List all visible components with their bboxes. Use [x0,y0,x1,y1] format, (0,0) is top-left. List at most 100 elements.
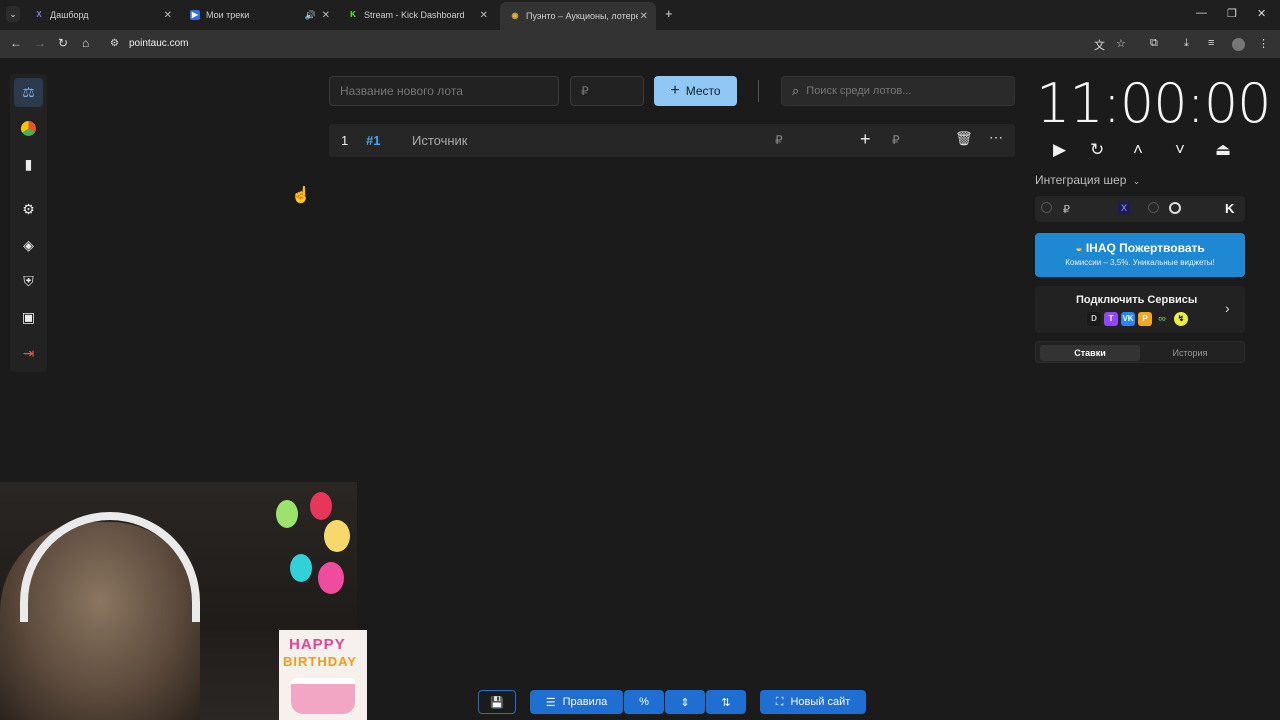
play-logo-icon: ▶ [190,10,200,20]
toggle-radio-icon[interactable] [1148,202,1159,213]
add-lot-button[interactable]: + Место [654,76,737,106]
chevron-up-icon[interactable]: ˄ [1133,140,1143,160]
delete-trash-icon[interactable]: 🗑 [955,130,973,147]
auction-timer: 11:00:00 [1036,72,1272,135]
tab-bids[interactable]: Ставки [1040,345,1140,361]
balloons-image [258,482,357,622]
chevron-double-up-icon[interactable]: ⏏ [1215,140,1231,160]
logout-icon[interactable]: ⇥ [14,339,43,368]
lot-search-input[interactable]: ⌕ Поиск среди лотов... [781,76,1015,106]
kick-logo-icon: K [350,10,356,19]
tab-label: Пуэнто – Аукционы, лотереи [526,11,638,21]
browser-tab-pointauc[interactable]: ◉ Пуэнто – Аукционы, лотереи ✕ [500,2,656,30]
boosty-icon: ↯ [1174,312,1188,326]
close-icon[interactable]: ✕ [322,10,330,21]
circle-service-icon[interactable] [1169,202,1181,214]
restore-icon[interactable]: ❐ [1227,7,1237,20]
percent-button[interactable]: % [624,690,664,714]
minimize-icon[interactable]: — [1196,7,1207,19]
birthday-cake-image: HAPPY BIRTHDAY [279,630,367,720]
shield-check-icon[interactable]: ⛨ [14,267,43,296]
close-window-icon[interactable]: ✕ [1257,7,1266,20]
rules-button[interactable]: ☰ Правила [530,690,623,714]
plus-icon: + [670,82,680,99]
cake-text-1: HAPPY [289,636,346,653]
chevron-down-icon: ⌄ [1132,176,1141,186]
tab-label: Мои треки [206,10,250,20]
lot-name[interactable]: Источник [412,133,468,148]
search-icon: ⌕ [792,83,800,98]
reload-icon[interactable]: ↻ [58,36,68,50]
media-icon[interactable]: ≡ [1208,37,1214,49]
auction-gavel-icon[interactable]: ⚖ [14,78,43,107]
patreon-icon: P [1138,312,1152,326]
download-icon[interactable]: ⤓ [1184,37,1189,50]
close-icon[interactable]: ✕ [480,10,488,21]
donate-logo-icon: ◒ [1075,241,1083,255]
lot-amount[interactable]: ₽ [775,133,783,147]
cake-text-2: BIRTHDAY [283,654,357,669]
close-icon[interactable]: ✕ [640,11,648,22]
speaker-icon[interactable]: 🔊 [305,10,316,21]
compress-button[interactable]: ⇕ [665,690,705,714]
more-options-icon[interactable]: ⋯ [989,129,1003,146]
chevron-down-icon[interactable]: ˅ [1175,140,1185,160]
url-field[interactable]: pointauc.com [129,38,188,49]
lot-name-input[interactable]: Название нового лота [329,76,559,106]
sort-button[interactable]: ⇅ [706,690,746,714]
add-amount-plus-icon[interactable]: + [860,129,871,150]
play-icon[interactable]: ▶ [1053,140,1066,160]
new-tab-button[interactable]: + [665,6,673,21]
reset-timer-icon[interactable]: ↻ [1090,140,1104,160]
browser-tab-dashboard[interactable]: X Дашборд ✕ [24,4,180,26]
lot-amount-input[interactable]: ₽ [570,76,644,106]
add-amount-currency[interactable]: ₽ [892,133,900,147]
divider [758,80,759,102]
stats-bar-chart-icon[interactable]: ▮ [14,150,43,179]
vk-icon: VK [1121,312,1135,326]
lot-row[interactable]: 1 #1 Источник ₽ + ₽ 🗑 ⋯ [329,124,1015,157]
pointauc-logo-icon: ◉ [511,11,519,20]
home-icon[interactable]: ⌂ [82,36,89,50]
layers-icon[interactable]: ◈ [14,231,43,260]
translate-icon[interactable]: 文 [1094,37,1105,53]
menu-kebab-icon[interactable]: ⋮ [1258,37,1269,50]
donationalerts-icon: D [1087,312,1101,326]
new-site-button[interactable]: ⛶ Новый сайт [760,690,866,714]
new-site-icon: ⛶ [775,695,784,708]
left-sidebar: ⚖ ▮ ⚙ ◈ ⛨ ▣ ⇥ [10,74,47,372]
bookmark-star-icon[interactable]: ☆ [1116,37,1126,50]
profile-avatar-icon[interactable] [1232,38,1245,51]
wheel-pie-icon[interactable] [14,114,43,143]
toggle-radio-icon[interactable] [1041,202,1052,213]
donate-button[interactable]: ◒ IHAQ Пожертвовать Комиссии – 3,5%. Уни… [1035,233,1245,277]
browser-tab-strip: ⌄ X Дашборд ✕ ▶ Мои треки 🔊 ✕ K Stream -… [0,0,1280,30]
tab-history[interactable]: История [1140,345,1240,361]
site-info-icon[interactable]: ⚙ [110,38,119,49]
cursor-hand-icon: ☝ [291,187,311,204]
tab-search-icon[interactable]: ⌄ [6,6,20,22]
x-logo-icon: X [36,10,42,19]
connect-services-button[interactable]: Подключить Сервисы D T VK P ∞ ↯ › [1035,286,1245,333]
close-icon[interactable]: ✕ [164,10,172,21]
bids-history-tabs: Ставки История [1035,341,1245,363]
back-icon[interactable]: ← [10,36,22,50]
twitch-icon: T [1104,312,1118,326]
integration-dropdown[interactable]: Интеграция шер ⌄ [1035,173,1140,187]
browser-tab-kick[interactable]: K Stream - Kick Dashboard ✕ [338,4,496,26]
forward-icon[interactable]: → [34,36,46,50]
extensions-icon[interactable]: ⧉ [1150,37,1158,50]
tab-label: Дашборд [50,10,89,20]
chevron-right-icon: › [1225,300,1230,316]
video-library-icon[interactable]: ▣ [14,303,43,332]
browser-tab-tracks[interactable]: ▶ Мои треки 🔊 ✕ [180,4,338,26]
kick-logo-icon[interactable]: K [1225,201,1234,216]
headphones-image [20,512,200,622]
save-icon-button[interactable]: 💾 [478,690,516,714]
rules-list-icon: ☰ [545,696,556,709]
settings-gear-icon[interactable]: ⚙ [14,195,43,224]
integration-currency: ₽ [1063,204,1070,216]
infinity-icon: ∞ [1158,313,1166,325]
x-logo-icon[interactable]: X [1118,202,1130,214]
tab-label: Stream - Kick Dashboard [364,10,465,20]
